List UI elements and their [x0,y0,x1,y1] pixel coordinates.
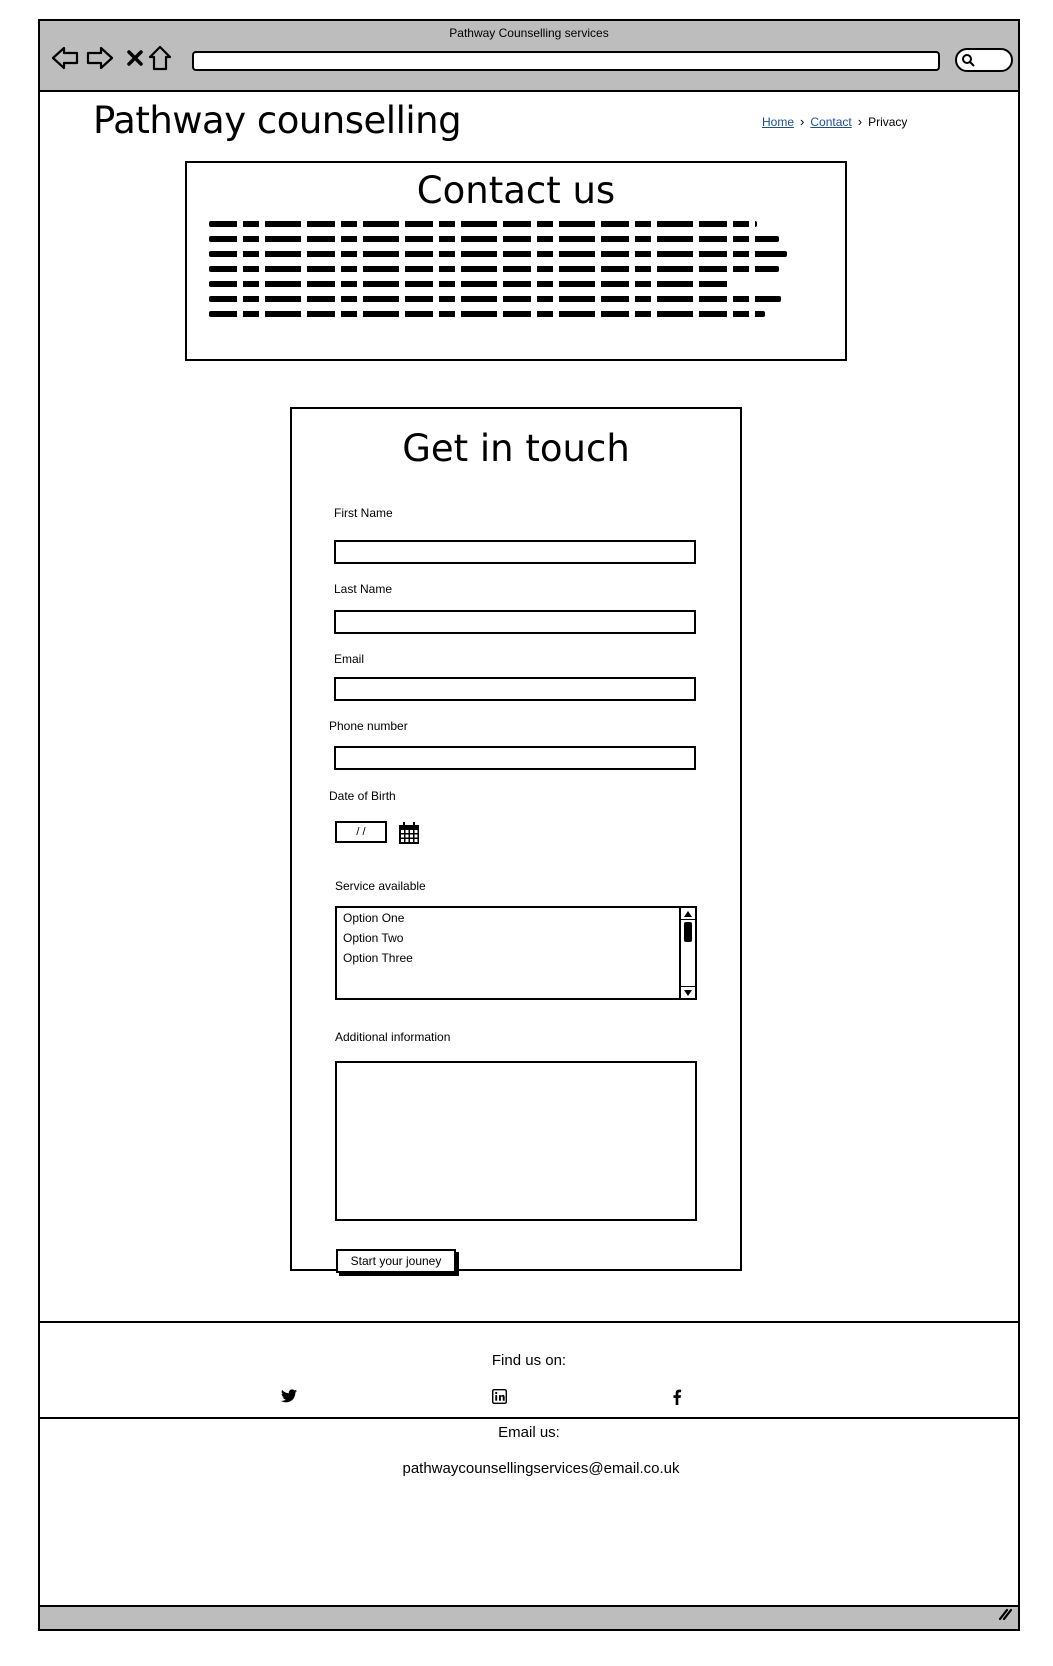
chevron-right-icon: › [857,114,863,129]
listbox-scrollbar[interactable] [679,908,695,998]
email-field[interactable] [334,677,696,701]
linkedin-icon[interactable] [492,1389,508,1405]
facebook-icon[interactable] [672,1389,688,1405]
form-heading: Get in touch [402,427,630,470]
breadcrumb-contact-link[interactable]: Contact [810,115,851,129]
dob-field[interactable]: / / [335,821,387,843]
forward-arrow-icon[interactable] [85,43,115,73]
resize-grip-icon[interactable] [998,1607,1013,1625]
additional-info-label: Additional information [335,1030,451,1044]
scroll-down-icon[interactable] [681,986,695,998]
email-label: Email [334,652,365,666]
placeholder-text-block [209,221,819,326]
footer-divider [40,1417,1018,1419]
scroll-up-icon[interactable] [681,908,695,920]
back-arrow-icon[interactable] [50,43,80,73]
email-heading: Email us: [498,1424,560,1441]
window-title: Pathway Counselling services [449,26,609,40]
browser-window: Pathway Counselling services Pathway cou… [38,19,1020,1631]
service-option[interactable]: Option One [337,908,695,928]
breadcrumb-home-link[interactable]: Home [762,115,794,129]
contact-heading: Contact us [416,169,616,212]
submit-button[interactable]: Start your jouney [336,1249,456,1273]
phone-label: Phone number [329,719,408,733]
status-bar [40,1605,1018,1629]
last-name-field[interactable] [334,610,696,634]
first-name-field[interactable] [334,540,696,564]
twitter-icon[interactable] [281,1389,297,1405]
dob-label: Date of Birth [329,789,396,803]
scroll-thumb[interactable] [684,922,692,942]
footer-divider [40,1321,1018,1323]
contact-form: Get in touch First Name Last Name Email … [290,407,742,1273]
address-bar[interactable] [192,51,940,71]
search-icon [962,54,975,67]
chevron-right-icon: › [800,114,805,129]
service-listbox[interactable]: Option One Option Two Option Three [335,906,697,1000]
breadcrumb: Home › Contact › Privacy [762,114,907,129]
site-title: Pathway counselling [93,99,462,142]
phone-field[interactable] [334,746,696,770]
find-us-heading: Find us on: [491,1352,567,1369]
breadcrumb-current: Privacy [868,114,908,129]
email-address-link[interactable]: pathwaycounsellingservices@email.co.uk [52,1460,1030,1477]
home-icon[interactable] [145,43,175,73]
additional-info-textarea[interactable] [335,1061,697,1221]
contact-panel: Contact us [185,161,847,361]
service-option[interactable]: Option Three [337,948,695,968]
service-option[interactable]: Option Two [337,928,695,948]
search-button[interactable] [955,48,1013,72]
service-label: Service available [335,879,426,893]
calendar-icon[interactable] [398,821,420,850]
browser-chrome: Pathway Counselling services [40,21,1018,92]
first-name-label: First Name [334,506,393,520]
last-name-label: Last Name [334,582,393,596]
